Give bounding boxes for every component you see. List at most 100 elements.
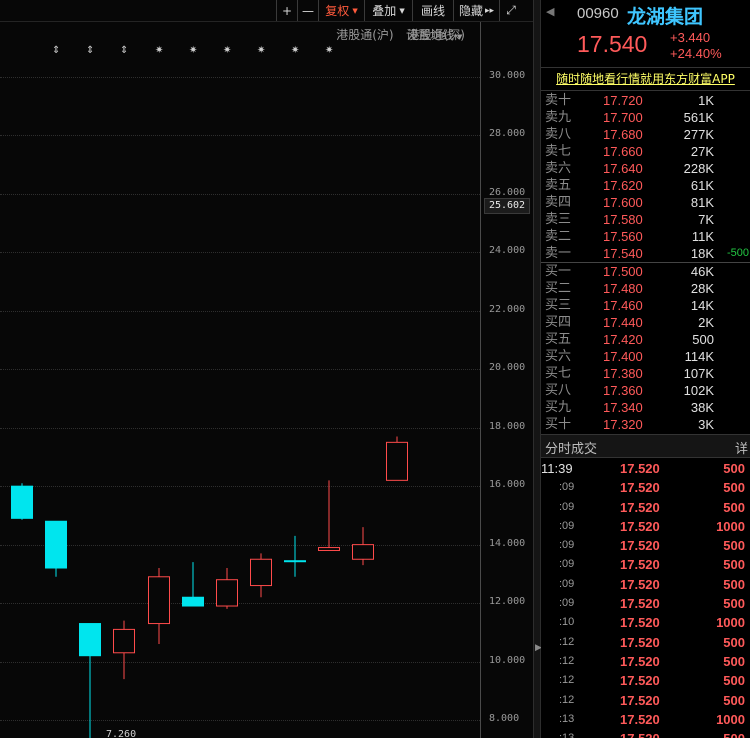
candle-body [284, 560, 306, 563]
tick-time: :09 [559, 558, 575, 571]
bid-row[interactable]: 买八 17.360 102K [541, 382, 750, 399]
bid-row[interactable]: 买十 17.320 3K [541, 416, 750, 433]
candle[interactable] [182, 562, 204, 607]
candle[interactable] [113, 620, 135, 680]
tick-volume: 500 [723, 538, 745, 554]
bid-row[interactable]: 买九 17.340 38K [541, 399, 750, 416]
kline-chart-area[interactable]: + — 复权 ▼ 叠加 ▼ 画线 隐藏 ▸▸ ⤢ 港股通(沪) 港股通(深) 设置均线… [0, 0, 533, 738]
order-vol: 500 [692, 332, 714, 347]
bid-row[interactable]: 买三 17.460 14K [541, 297, 750, 314]
tick-volume: 500 [723, 596, 745, 612]
tick-time: :12 [559, 635, 575, 648]
panel-splitter[interactable]: ▶ [533, 0, 542, 738]
order-label: 买一 [545, 264, 572, 279]
candle[interactable] [79, 623, 101, 738]
ask-row[interactable]: 卖八 17.680 277K [541, 126, 750, 143]
ask-row[interactable]: 卖九 17.700 561K [541, 109, 750, 126]
tick-row: :12 17.520 500 [541, 633, 750, 652]
prev-stock-icon[interactable]: ◀ [546, 5, 554, 18]
tick-row: :12 17.520 500 [541, 652, 750, 671]
candle[interactable] [250, 553, 272, 598]
tick-time: :09 [559, 481, 575, 494]
play-icon: ▸▸ [484, 5, 495, 16]
order-price: 17.620 [603, 178, 643, 193]
order-price: 17.500 [603, 264, 643, 279]
order-price: 17.580 [603, 212, 643, 227]
expand-button[interactable]: ⤢ [499, 0, 522, 21]
candle-body [113, 628, 135, 654]
bid-row[interactable]: 买七 17.380 107K [541, 365, 750, 382]
candle[interactable] [386, 436, 408, 481]
order-price: 17.700 [603, 110, 643, 125]
ticks-detail-button[interactable]: 详 [735, 438, 748, 457]
tick-price: 17.520 [620, 653, 660, 669]
ask-row[interactable]: 卖六 17.640 228K [541, 160, 750, 177]
y-tick-label: 30.000 [489, 70, 526, 81]
candle-body [79, 623, 101, 657]
candle[interactable] [45, 520, 67, 577]
bid-row[interactable]: 买四 17.440 2K [541, 314, 750, 331]
ask-row[interactable]: 卖二 17.560 11K [541, 228, 750, 245]
ask-row[interactable]: 卖一 17.540 18K -500 [541, 245, 750, 262]
tick-volume: 1000 [716, 615, 745, 631]
order-price: 17.380 [603, 366, 643, 381]
ask-row[interactable]: 卖四 17.600 81K [541, 194, 750, 211]
tick-volume: 500 [723, 634, 745, 650]
order-price: 17.560 [603, 229, 643, 244]
ticks-title: 分时成交 [545, 442, 598, 457]
candle[interactable] [352, 527, 374, 566]
tick-price: 17.520 [620, 480, 660, 496]
ask-order-book: 卖十 17.720 1K 卖九 17.700 561K 卖八 17.680 277K 卖七 17.6… [541, 92, 750, 262]
tick-time: 11:39 [541, 461, 573, 476]
tick-row: :09 17.520 500 [541, 575, 750, 594]
tick-price: 17.520 [620, 634, 660, 650]
order-vol: 7K [698, 212, 714, 227]
order-vol: 61K [690, 178, 714, 193]
bid-row[interactable]: 买二 17.480 28K [541, 280, 750, 297]
order-vol: 2K [698, 315, 714, 330]
bid-row[interactable]: 买五 17.420 500 [541, 331, 750, 348]
order-vol: 228K [683, 161, 714, 176]
order-vol: 38K [690, 400, 714, 415]
tick-row: :09 17.520 1000 [541, 517, 750, 536]
order-price: 17.540 [603, 246, 643, 261]
low-price-annotation: 7.260 [106, 729, 137, 738]
tick-time: :09 [559, 500, 575, 513]
candle-body [182, 596, 204, 607]
tick-price: 17.520 [620, 615, 660, 631]
order-price: 17.440 [603, 315, 643, 330]
order-vol: 27K [690, 144, 714, 159]
order-price: 17.680 [603, 127, 643, 142]
order-vol: 277K [683, 127, 714, 142]
ask-row[interactable]: 卖七 17.660 27K [541, 143, 750, 160]
order-label: 买六 [545, 349, 572, 364]
tick-time: :09 [559, 597, 575, 610]
order-label: 卖七 [545, 144, 572, 159]
bid-row[interactable]: 买一 17.500 46K [541, 263, 750, 280]
y-tick-label: 14.000 [489, 538, 526, 549]
tick-row: 11:39 17.520 500 [541, 459, 750, 478]
price-change-percent: +24.40% [670, 46, 722, 61]
candle[interactable] [11, 483, 33, 520]
order-vol: 114K [684, 349, 714, 364]
y-tick-label: 24.000 [489, 245, 526, 256]
candle-body [11, 485, 33, 519]
order-label: 卖一 [545, 246, 572, 261]
app-promo-link[interactable]: 随时随地看行情就用东方财富APP [541, 67, 750, 91]
ask-row[interactable]: 卖三 17.580 7K [541, 211, 750, 228]
candle[interactable] [148, 568, 170, 645]
ask-row[interactable]: 卖五 17.620 61K [541, 177, 750, 194]
order-label: 买十 [545, 417, 572, 432]
order-label: 卖五 [545, 178, 572, 193]
ask-row[interactable]: 卖十 17.720 1K [541, 92, 750, 109]
tick-time: :09 [559, 519, 575, 532]
candle[interactable] [284, 535, 306, 577]
ticks-list[interactable]: 11:39 17.520 500:09 17.520 500:09 17.520 500:0… [541, 459, 750, 738]
tick-row: :12 17.520 500 [541, 671, 750, 690]
bid-row[interactable]: 买六 17.400 114K [541, 348, 750, 365]
candle-body [318, 547, 340, 551]
candle[interactable] [318, 480, 340, 551]
tick-price: 17.520 [620, 692, 660, 708]
y-tick-label: 16.000 [489, 479, 526, 490]
candle[interactable] [216, 568, 238, 609]
